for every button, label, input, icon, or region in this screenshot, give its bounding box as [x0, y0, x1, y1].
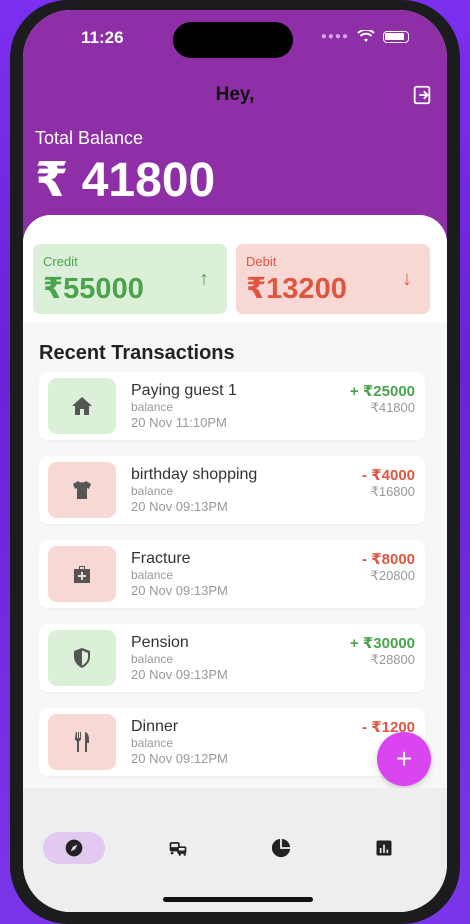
home-icon: [48, 378, 116, 434]
transaction-date: 20 Nov 09:13PM: [131, 667, 228, 682]
transaction-amount: - ₹8000: [362, 551, 415, 568]
phone-frame: 11:26 ●●●● Hey, Total Balance ₹ 41800 Cr…: [10, 0, 460, 924]
transaction-item[interactable]: Dinner balance 20 Nov 09:12PM - ₹1200: [39, 708, 425, 776]
transaction-balance: ₹16800: [370, 484, 415, 499]
debit-amount: ₹13200: [246, 273, 347, 305]
transaction-title: Fracture: [131, 550, 191, 567]
credit-card[interactable]: Credit ₹55000 ↑: [33, 244, 227, 314]
transaction-item[interactable]: Paying guest 1 balance 20 Nov 11:10PM + …: [39, 372, 425, 440]
transaction-title: Pension: [131, 634, 189, 651]
signal-icon: ●●●●: [320, 31, 349, 42]
vehicle-icon: [169, 842, 187, 856]
compass-icon: [65, 839, 83, 857]
transaction-item[interactable]: Fracture balance 20 Nov 09:13PM - ₹8000 …: [39, 540, 425, 608]
medical-kit-icon: [48, 546, 116, 602]
nav-explore[interactable]: [43, 832, 105, 864]
transaction-subtitle: balance: [131, 736, 174, 750]
status-bar: 11:26 ●●●●: [23, 22, 447, 58]
total-balance-value: ₹ 41800: [35, 154, 216, 207]
arrow-up-icon: ↑: [199, 268, 209, 290]
wifi-icon: [357, 30, 375, 42]
battery-icon: [383, 30, 409, 43]
status-icons: ●●●●: [321, 30, 409, 43]
transaction-title: Dinner: [131, 718, 179, 735]
credit-amount: ₹55000: [43, 273, 144, 305]
summary-panel: Credit ₹55000 ↑ Debit ₹13200 ↓: [23, 215, 447, 323]
add-transaction-button[interactable]: +: [377, 732, 431, 786]
transaction-date: 20 Nov 11:10PM: [131, 415, 227, 430]
debit-label: Debit: [246, 254, 277, 269]
bar-chart-icon: [376, 840, 392, 856]
transaction-balance: ₹28800: [370, 652, 415, 667]
app-screen: 11:26 ●●●● Hey, Total Balance ₹ 41800 Cr…: [23, 10, 447, 912]
status-time: 11:26: [81, 28, 124, 47]
debit-card[interactable]: Debit ₹13200 ↓: [236, 244, 430, 314]
greeting-text: Hey,: [215, 84, 255, 105]
transaction-subtitle: balance: [131, 400, 174, 414]
transaction-amount: - ₹4000: [362, 467, 415, 484]
transaction-date: 20 Nov 09:13PM: [131, 499, 228, 514]
credit-label: Credit: [43, 254, 78, 269]
arrow-down-icon: ↓: [402, 268, 412, 290]
transaction-item[interactable]: birthday shopping balance 20 Nov 09:13PM…: [39, 456, 425, 524]
transaction-subtitle: balance: [131, 568, 174, 582]
shirt-icon: [48, 462, 116, 518]
transaction-amount: + ₹25000: [349, 383, 415, 400]
restaurant-icon: [48, 714, 116, 770]
transaction-subtitle: balance: [131, 484, 174, 498]
recent-transactions-title: Recent Transactions: [39, 342, 235, 364]
dynamic-island: [173, 22, 293, 58]
transaction-title: Paying guest 1: [131, 382, 237, 399]
nav-vehicles[interactable]: [147, 832, 209, 864]
transaction-balance: ₹20800: [370, 568, 415, 583]
shield-icon: [48, 630, 116, 686]
nav-stats-pie[interactable]: [250, 832, 312, 864]
pie-chart-icon: [271, 838, 291, 858]
transaction-date: 20 Nov 09:12PM: [131, 751, 228, 766]
transaction-title: birthday shopping: [131, 466, 258, 483]
transaction-date: 20 Nov 09:13PM: [131, 583, 228, 598]
transaction-balance: ₹41800: [370, 400, 415, 415]
logout-icon[interactable]: [411, 84, 433, 106]
nav-stats-bar[interactable]: [353, 832, 415, 864]
transaction-subtitle: balance: [131, 652, 174, 666]
bottom-navigation: [23, 788, 447, 912]
transaction-item[interactable]: Pension balance 20 Nov 09:13PM + ₹30000 …: [39, 624, 425, 692]
total-balance-label: Total Balance: [35, 128, 144, 148]
home-indicator: [163, 897, 313, 902]
transaction-amount: + ₹30000: [349, 635, 415, 652]
